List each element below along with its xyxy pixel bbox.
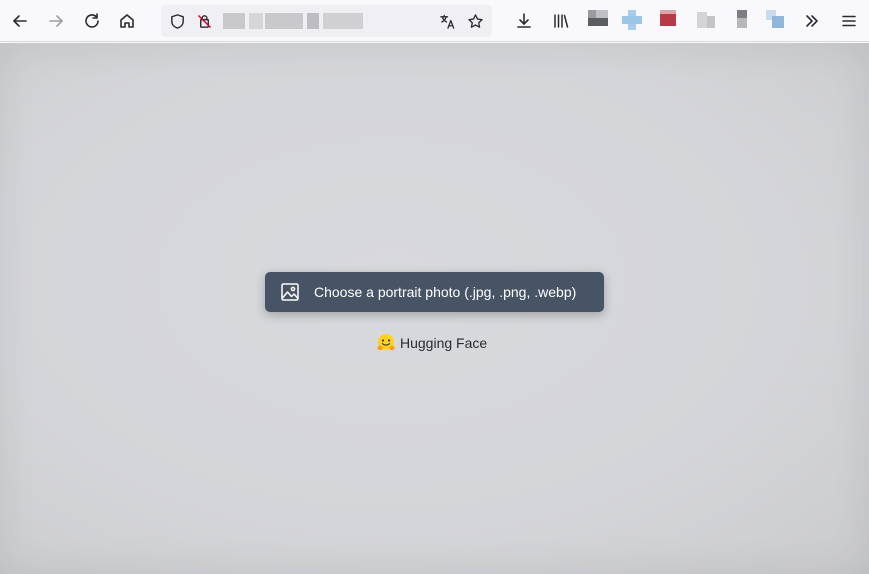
hugging-face-emoji-icon <box>377 334 395 351</box>
chevron-double-right-icon <box>806 15 818 27</box>
hugging-face-credit[interactable]: Hugging Face <box>376 333 487 353</box>
download-icon <box>517 13 531 28</box>
image-icon <box>281 283 299 301</box>
library-button[interactable] <box>546 6 576 36</box>
reload-icon <box>85 13 99 28</box>
back-button[interactable] <box>5 6 35 36</box>
page-content: Choose a portrait photo (.jpg, .png, .we… <box>0 43 869 574</box>
star-icon[interactable] <box>466 12 484 30</box>
home-button[interactable] <box>112 6 142 36</box>
translate-icon[interactable] <box>438 12 456 30</box>
url-redacted <box>223 13 363 29</box>
forward-button[interactable] <box>41 6 71 36</box>
library-icon <box>554 14 569 28</box>
bookmark-favicon[interactable] <box>697 10 717 30</box>
bookmark-favicon[interactable] <box>622 10 642 30</box>
hugging-face-label[interactable]: Hugging Face <box>400 335 487 351</box>
shield-icon[interactable] <box>168 12 186 30</box>
downloads-button[interactable] <box>509 6 539 36</box>
reload-button[interactable] <box>77 6 107 36</box>
hamburger-menu-icon <box>842 15 856 27</box>
bookmark-favicon[interactable] <box>766 10 786 30</box>
app-menu-button[interactable] <box>834 6 864 36</box>
upload-photo-label: Choose a portrait photo (.jpg, .png, .we… <box>314 284 577 300</box>
person-slash-icon[interactable] <box>195 12 213 30</box>
arrow-right-icon <box>49 15 63 27</box>
url-bar[interactable] <box>161 5 492 37</box>
browser-toolbar <box>0 0 869 42</box>
arrow-left-icon <box>13 15 27 27</box>
bookmark-favicon[interactable] <box>588 10 608 30</box>
bookmark-favicon[interactable] <box>733 10 753 30</box>
upload-photo-button[interactable]: Choose a portrait photo (.jpg, .png, .we… <box>265 272 604 312</box>
bookmark-favicon[interactable] <box>658 10 678 30</box>
home-icon <box>120 14 134 28</box>
overflow-button[interactable] <box>797 6 827 36</box>
